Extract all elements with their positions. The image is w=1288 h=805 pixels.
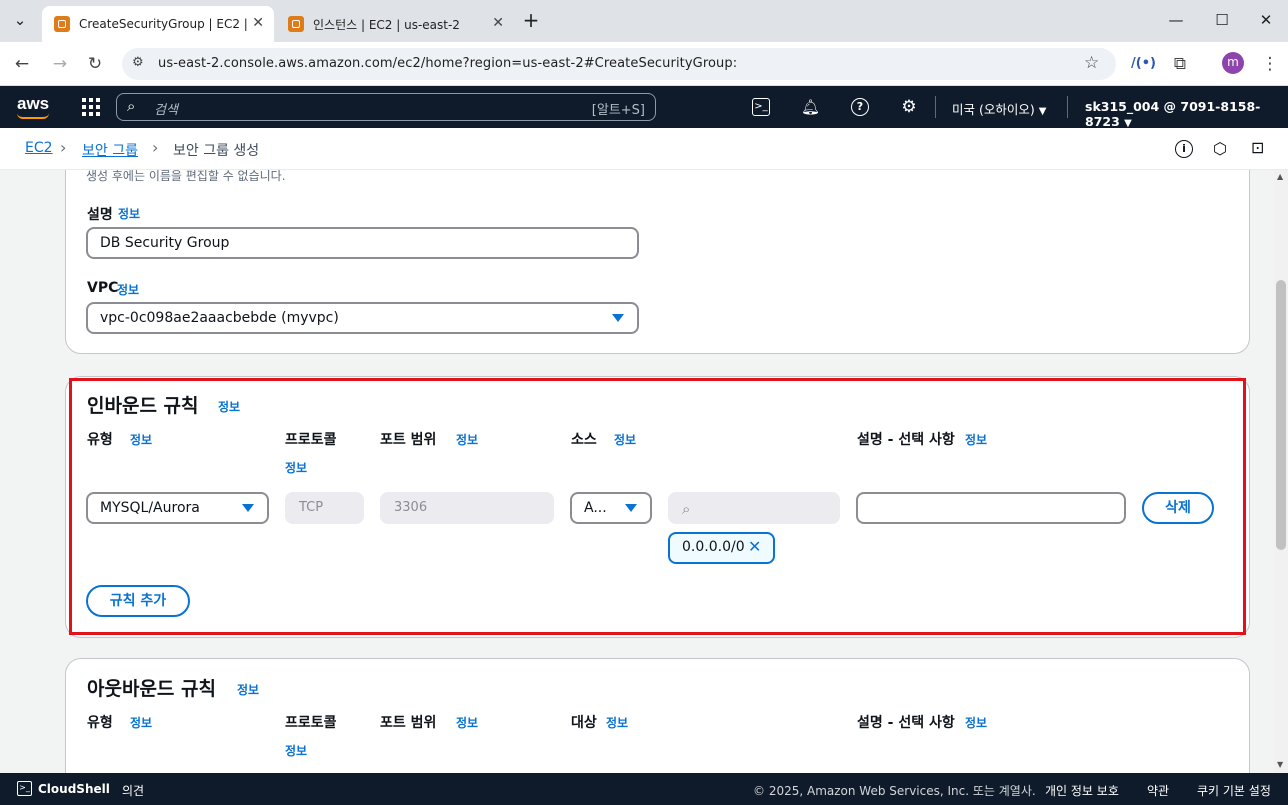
info-panel-icon[interactable]: i [1175, 140, 1193, 158]
chevron-right-icon: › [152, 138, 159, 157]
tab-title: CreateSecurityGroup | EC2 | us [79, 17, 249, 31]
main-content: 생성 후에는 이름을 편집할 수 없습니다. 설명 정보 DB Security… [0, 170, 1274, 773]
outbound-rules-title: 아웃바운드 규칙 [87, 678, 216, 700]
chevron-down-icon: ▼ [1038, 106, 1047, 117]
help-icon[interactable]: ? [851, 98, 869, 116]
scroll-up-arrow-icon[interactable]: ▲ [1277, 172, 1283, 181]
outbound-rules-card [65, 658, 1250, 773]
vpc-select[interactable]: vpc-0c098ae2aaacbebde (myvpc) [86, 302, 639, 334]
site-info-icon[interactable]: ⚙ [132, 55, 144, 70]
maximize-icon[interactable]: ☐ [1210, 8, 1234, 32]
cloudshell-link[interactable]: CloudShell [38, 782, 110, 796]
region-label: 미국 (오하이오) [952, 102, 1035, 117]
window-close-icon[interactable]: ✕ [1254, 8, 1278, 32]
browser-menu-icon[interactable]: ⋮ [1258, 52, 1282, 76]
account-menu[interactable]: sk315_004 @ 7091-8158-8723 ▼ [1085, 99, 1288, 129]
browser-tab[interactable]: 인스턴스 | EC2 | us-east-2 ✕ [276, 6, 514, 42]
scrollbar-thumb[interactable] [1276, 280, 1286, 550]
out-col-description-info-link[interactable]: 정보 [965, 714, 987, 731]
breadcrumb: EC2 › 보안 그룹 › 보안 그룹 생성 i ⬡ ⊡ [0, 128, 1288, 170]
out-col-protocol-info-link[interactable]: 정보 [285, 742, 307, 759]
aws-favicon-icon [288, 16, 304, 32]
url-text: us-east-2.console.aws.amazon.com/ec2/hom… [158, 56, 738, 71]
scroll-down-arrow-icon[interactable]: ▼ [1277, 760, 1283, 769]
cloudshell-footer-icon[interactable]: >_ [17, 781, 32, 796]
aws-favicon-icon [54, 16, 70, 32]
minimize-icon[interactable]: — [1164, 8, 1188, 32]
bookmark-star-icon[interactable]: ☆ [1084, 53, 1099, 73]
chevron-right-icon: › [60, 138, 67, 157]
services-grid-icon[interactable] [82, 98, 100, 116]
notifications-bell-icon[interactable]: 🔔︎ [801, 98, 820, 116]
vpc-selected-value: vpc-0c098ae2aaacbebde (myvpc) [100, 310, 339, 326]
browser-tab-strip: ⌄ CreateSecurityGroup | EC2 | us ✕ 인스턴스 … [0, 0, 1288, 42]
out-col-destination-info-link[interactable]: 정보 [606, 714, 628, 731]
forward-arrow-icon[interactable]: → [48, 52, 72, 76]
out-col-description-label: 설명 - 선택 사항 [857, 715, 955, 731]
outbound-info-link[interactable]: 정보 [237, 681, 259, 698]
search-placeholder: 검색 [154, 103, 178, 118]
vpc-label: VPC [87, 280, 119, 296]
description-info-link[interactable]: 정보 [118, 205, 140, 222]
cookie-preferences-link[interactable]: 쿠키 기본 설정 [1197, 782, 1271, 799]
out-col-type-info-link[interactable]: 정보 [130, 714, 152, 731]
tab-title: 인스턴스 | EC2 | us-east-2 [313, 17, 460, 32]
vpc-info-link[interactable]: 정보 [117, 281, 139, 298]
region-selector[interactable]: 미국 (오하이오) ▼ [952, 99, 1046, 118]
name-constraint-hint: 생성 후에는 이름을 편집할 수 없습니다. [86, 170, 286, 183]
reload-icon[interactable]: ↻ [83, 52, 107, 76]
profile-avatar[interactable]: m [1222, 52, 1244, 74]
settings-gear-icon[interactable]: ⚙ [900, 98, 918, 116]
highlight-annotation-box [69, 378, 1246, 635]
browser-tab-active[interactable]: CreateSecurityGroup | EC2 | us ✕ [42, 6, 274, 42]
close-tab-icon[interactable]: ✕ [252, 15, 264, 31]
tab-list-chevron-icon[interactable]: ⌄ [8, 8, 32, 32]
extension-icon[interactable]: /(•) [1131, 52, 1156, 76]
aws-top-nav: aws ⌕ 검색 [알트+S] >_ 🔔︎ ? ⚙ 미국 (오하이오) ▼ sk… [0, 86, 1288, 129]
extensions-puzzle-icon[interactable]: ⧉ [1168, 52, 1192, 76]
back-arrow-icon[interactable]: ← [10, 52, 34, 76]
new-tab-plus-icon[interactable]: + [519, 8, 543, 32]
help-panel-icon[interactable]: ⊡ [1251, 138, 1264, 157]
nav-divider [1067, 96, 1068, 118]
out-col-port-range-info-link[interactable]: 정보 [456, 714, 478, 731]
search-icon: ⌕ [127, 97, 136, 115]
search-shortcut: [알트+S] [591, 103, 645, 118]
page-scrollbar[interactable]: ▲ ▼ [1274, 170, 1288, 773]
description-label: 설명 [87, 207, 113, 223]
terms-link[interactable]: 약관 [1147, 782, 1169, 799]
description-input[interactable]: DB Security Group [86, 227, 639, 259]
out-col-type-label: 유형 [87, 715, 113, 731]
copyright-text: © 2025, Amazon Web Services, Inc. 또는 계열사… [753, 784, 1036, 798]
address-bar[interactable]: ⚙ us-east-2.console.aws.amazon.com/ec2/h… [122, 48, 1116, 80]
breadcrumb-current: 보안 그룹 생성 [173, 143, 260, 159]
close-tab-icon[interactable]: ✕ [492, 15, 504, 31]
cloudshell-icon[interactable]: >_ [752, 98, 770, 116]
search-input[interactable]: ⌕ 검색 [알트+S] [116, 93, 656, 121]
shield-icon[interactable]: ⬡ [1213, 139, 1227, 158]
browser-toolbar: ← → ↻ ⚙ us-east-2.console.aws.amazon.com… [0, 42, 1288, 86]
caret-down-icon [612, 314, 624, 322]
feedback-link[interactable]: 의견 [122, 782, 144, 799]
aws-logo-smile [17, 113, 49, 119]
breadcrumb-ec2[interactable]: EC2 [25, 140, 53, 156]
out-col-destination-label: 대상 [571, 715, 597, 731]
console-footer: >_ CloudShell 의견 © 2025, Amazon Web Serv… [0, 773, 1288, 805]
breadcrumb-security-groups[interactable]: 보안 그룹 [82, 140, 138, 160]
out-col-protocol-label: 프로토콜 [285, 715, 337, 731]
out-col-port-range-label: 포트 범위 [380, 715, 437, 731]
nav-divider [935, 96, 936, 118]
account-label: sk315_004 @ 7091-8158-8723 [1085, 99, 1261, 129]
privacy-link[interactable]: 개인 정보 보호 [1045, 782, 1119, 799]
aws-logo[interactable]: aws [17, 94, 49, 114]
